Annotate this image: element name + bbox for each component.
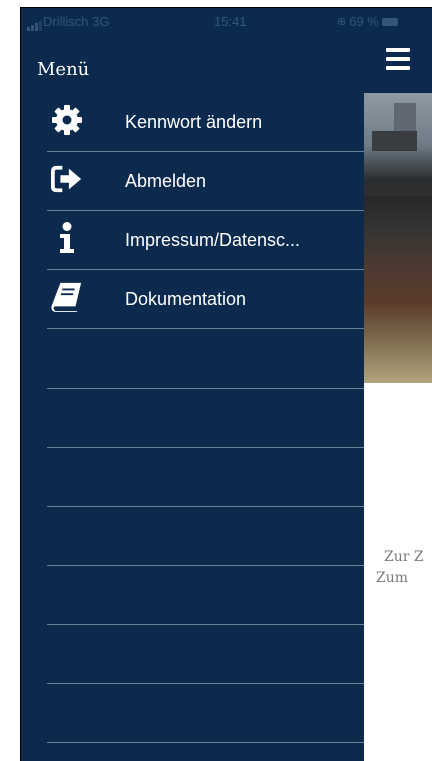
- content-text-line-1: Zur Z: [384, 549, 424, 565]
- menu-item-label: Impressum/Datensc...: [125, 230, 301, 250]
- battery-icon: [381, 17, 398, 26]
- menu-item-documentation[interactable]: Dokumentation: [47, 270, 364, 329]
- divider: [47, 683, 364, 684]
- battery-percent: 69 %: [349, 14, 379, 29]
- menu-item-logout[interactable]: Abmelden: [47, 152, 364, 211]
- menu-item-label: Abmelden: [125, 171, 207, 191]
- hamburger-menu-icon[interactable]: [386, 48, 410, 70]
- gear-icon: [51, 105, 83, 135]
- divider: [47, 565, 364, 566]
- battery-indicator: ⊕ 69 %: [337, 14, 398, 29]
- divider: [47, 506, 364, 507]
- clock-time: 15:41: [214, 14, 247, 29]
- book-icon: [51, 282, 83, 313]
- sign-out-icon: [51, 164, 83, 194]
- divider: [47, 388, 364, 389]
- side-menu-drawer: Kennwort ändern Abmelden Impressum/Daten…: [21, 93, 364, 761]
- signal-icon: [27, 16, 43, 31]
- divider: [47, 742, 364, 743]
- main-content: Zur Z Zum: [364, 383, 432, 761]
- menu-item-change-password[interactable]: Kennwort ändern: [47, 93, 364, 152]
- status-bar: Drillisch 3G 15:41 ⊕ 69 %: [21, 8, 432, 36]
- header-photo: [364, 93, 432, 383]
- menu-item-label: Kennwort ändern: [125, 112, 263, 132]
- divider: [47, 624, 364, 625]
- divider: [47, 447, 364, 448]
- content-text-line-2: Zum: [376, 570, 409, 586]
- menu-item-label: Dokumentation: [125, 289, 247, 309]
- lock-rotation-icon: ⊕: [337, 16, 347, 28]
- carrier-label: Drillisch 3G: [43, 14, 110, 29]
- info-icon: [51, 222, 83, 253]
- menu-item-imprint-privacy[interactable]: Impressum/Datensc...: [47, 211, 364, 270]
- menu-title: Menü: [37, 59, 90, 80]
- app-screen: Drillisch 3G 15:41 ⊕ 69 % Menü Zur Z Zum: [20, 7, 432, 761]
